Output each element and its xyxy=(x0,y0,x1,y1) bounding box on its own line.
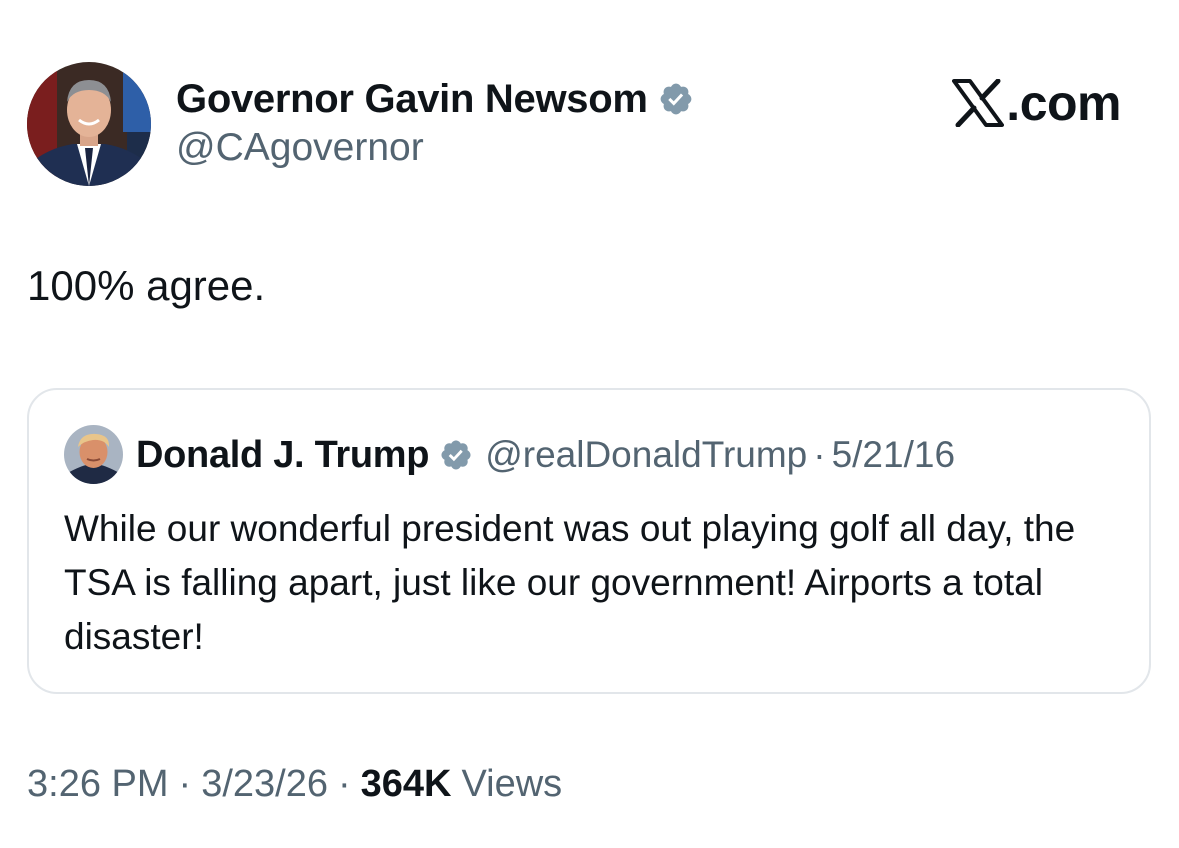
tweet-text: 100% agree. xyxy=(27,262,266,309)
quoted-tweet-text: While our wonderful president was out pl… xyxy=(64,508,1076,657)
author-handle[interactable]: @CAgovernor xyxy=(176,126,424,170)
author-display-name[interactable]: Governor Gavin Newsom xyxy=(176,77,648,122)
quoted-author-handle[interactable]: @realDonaldTrump xyxy=(485,434,807,476)
tweet-time[interactable]: 3:26 PM xyxy=(27,763,169,806)
quoted-separator: · xyxy=(813,434,826,475)
quoted-tweet-card[interactable]: Donald J. Trump @realDonaldTrump · 5/21/… xyxy=(27,388,1151,694)
views-count: 364K xyxy=(360,763,452,805)
author-avatar-image xyxy=(27,62,151,186)
brand-domain-text: .com xyxy=(1006,75,1121,131)
quoted-tweet-date[interactable]: 5/21/16 xyxy=(832,434,955,476)
meta-separator-views: · xyxy=(337,763,351,805)
quoted-author-name[interactable]: Donald J. Trump xyxy=(136,434,430,477)
quoted-verified-badge-icon[interactable] xyxy=(439,438,473,472)
x-com-brand: .com xyxy=(952,74,1121,132)
quoted-tweet-header: Donald J. Trump @realDonaldTrump · 5/21/… xyxy=(136,430,955,480)
quoted-author-avatar[interactable] xyxy=(64,425,123,484)
views-label: Views xyxy=(461,763,563,805)
tweet-date[interactable]: 3/23/26 xyxy=(201,763,328,806)
verified-badge-icon[interactable] xyxy=(658,81,694,117)
tweet-meta: 3:26 PM · 3/23/26 · 364K Views xyxy=(27,763,562,806)
quoted-avatar-image xyxy=(64,425,123,484)
author-name-row: Governor Gavin Newsom xyxy=(176,74,694,124)
meta-separator: · xyxy=(178,763,192,805)
x-logo-icon xyxy=(952,79,1005,127)
author-avatar[interactable] xyxy=(27,62,151,186)
